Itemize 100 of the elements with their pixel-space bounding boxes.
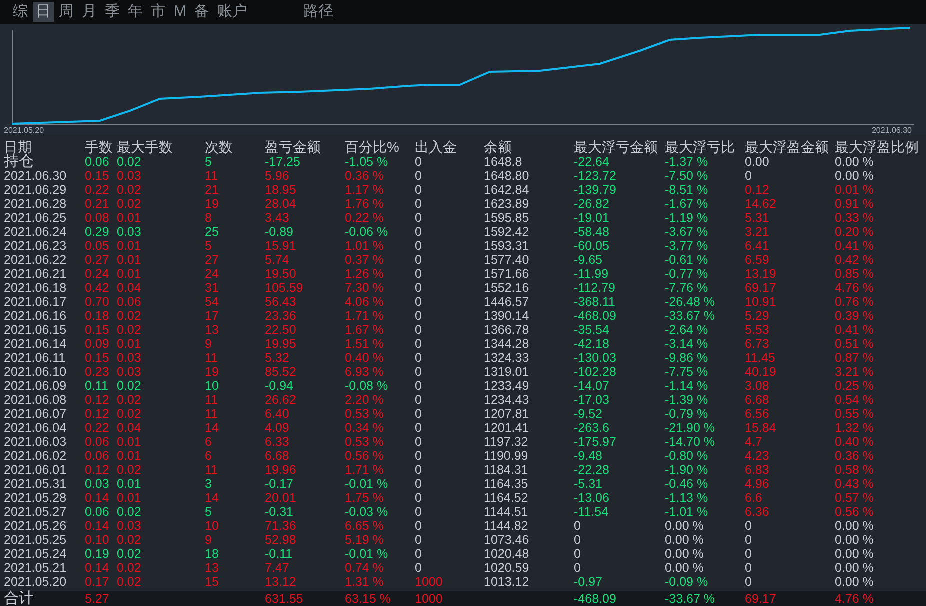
table-cell-text: 28.04 <box>265 197 298 211</box>
period-tab[interactable]: 年 <box>125 2 146 22</box>
table-cell-text: 21 <box>205 183 220 197</box>
table-cell-text: 0 <box>745 169 753 183</box>
table-cell-text: 1642.84 <box>484 183 530 197</box>
table-cell-text: 0 <box>745 561 753 575</box>
table-cell-text: 0.14 <box>85 491 110 505</box>
table-cell-text: -11.99 <box>574 267 610 281</box>
table-cell-text: 2021.05.24 <box>4 547 68 561</box>
table-cell-text: 2021.06.22 <box>4 253 68 267</box>
table-cell-text: 1020.48 <box>484 547 530 561</box>
table-cell-text: 1144.51 <box>484 505 530 519</box>
table-cell-text: 3.43 <box>265 211 290 225</box>
table-cell-text: 6.36 <box>745 505 770 519</box>
table-cell-text: 9 <box>205 337 213 351</box>
table-cell-text: -26.48 % <box>665 295 716 309</box>
table-cell-text: 1.51 % <box>345 337 385 351</box>
table-cell-text: -0.80 % <box>665 449 710 463</box>
table-cell-text: 0.39 % <box>835 309 875 323</box>
table-cell-text: 7.30 % <box>345 281 385 295</box>
period-tab[interactable]: 日 <box>33 2 54 22</box>
table-cell-text: 0 <box>415 561 423 575</box>
table-cell-text: 4.23 <box>745 449 770 463</box>
table-cell-text: 56.43 <box>265 295 298 309</box>
table-cell-text: 0.00 % <box>835 547 875 561</box>
table-cell-text: 0 <box>574 533 582 547</box>
period-tab[interactable]: 季 <box>102 2 123 22</box>
table-cell-text: 0.42 % <box>835 253 875 267</box>
table-cell-text: 2021.06.30 <box>4 169 68 183</box>
table-cell-text: 0.02 <box>117 547 142 561</box>
table-cell-text: 0 <box>415 351 423 365</box>
table-cell-text: 2021.06.21 <box>4 267 68 281</box>
table-cell-text: -3.14 % <box>665 337 710 351</box>
table-cell-text: 0 <box>745 575 753 589</box>
column-header: 日期 <box>4 139 32 155</box>
table-cell-text: 1446.57 <box>484 295 530 309</box>
table-cell-text: 6.83 <box>745 463 770 477</box>
table-cell-text: 2021.06.29 <box>4 183 68 197</box>
table-cell-text: 0.01 <box>117 435 142 449</box>
table-cell-text: 1.31 % <box>345 575 385 589</box>
table-cell-text: -1.90 % <box>665 463 710 477</box>
table-cell-text: 2021.05.28 <box>4 491 68 505</box>
table-cell-text: 69.17 <box>745 281 778 295</box>
table-cell-text: -0.94 <box>265 379 294 393</box>
table-cell-text: 0.02 <box>117 561 142 575</box>
table-cell-text: 0.41 % <box>835 239 875 253</box>
period-tab[interactable]: 市 <box>148 2 169 22</box>
column-header: 最大浮盈金额 <box>745 139 830 155</box>
period-tab[interactable]: 备 <box>192 2 212 22</box>
table-cell-text: 1.75 % <box>345 491 385 505</box>
table-cell-text: 6.93 % <box>345 365 385 379</box>
table-cell-text: 0.02 <box>117 575 142 589</box>
table-cell-text: 0.40 % <box>345 351 385 365</box>
period-tab[interactable]: 周 <box>56 2 77 22</box>
period-tab[interactable]: 综 <box>10 2 31 22</box>
table-cell-text: 0 <box>415 155 423 169</box>
table-cell-text: 0.03 <box>117 351 142 365</box>
table-cell-text: 71.36 <box>265 519 298 533</box>
table-cell-text: 1.01 % <box>345 239 385 253</box>
table-cell-text: 54 <box>205 295 220 309</box>
table-cell-text: -35.54 <box>574 323 610 337</box>
table-cell-text: 0.36 % <box>345 169 385 183</box>
table-cell-text: -1.19 % <box>665 211 710 225</box>
table-cell-text: 105.59 <box>265 281 304 295</box>
table-cell-text: 1000 <box>415 575 444 589</box>
table-cell-text: 0.02 <box>117 309 142 323</box>
table-cell-text: -0.11 <box>265 547 294 561</box>
period-tab[interactable]: 账户 <box>214 2 250 22</box>
table-cell-text: 0.00 % <box>665 561 705 575</box>
table-cell-text: 0 <box>415 435 423 449</box>
table-cell-text: 6.56 <box>745 407 770 421</box>
table-cell-text: -5.31 <box>574 477 604 491</box>
table-cell-text: 1595.85 <box>484 211 530 225</box>
table-cell-text: 19.95 <box>265 337 298 351</box>
table-cell-text: 0.74 % <box>345 561 385 575</box>
table-cell-text: -1.05 % <box>345 155 390 169</box>
table-cell-text: 1571.66 <box>484 267 530 281</box>
table-cell-text: 27 <box>205 253 220 267</box>
table-cell-text: -112.79 <box>574 281 616 295</box>
table-cell-text: -0.77 % <box>665 267 710 281</box>
period-tab[interactable]: 月 <box>79 2 100 22</box>
table-cell-text: 19 <box>205 197 220 211</box>
period-tab[interactable]: M <box>171 2 190 22</box>
table-cell-text: 1197.32 <box>484 435 530 449</box>
table-cell-text: -9.86 % <box>665 351 710 365</box>
table-cell-text: 0 <box>415 281 423 295</box>
table-cell-text: 6 <box>205 449 213 463</box>
table-cell-text: 1073.46 <box>484 533 530 547</box>
table-cell-text: 0.02 <box>117 197 142 211</box>
table-cell-text: 0.08 <box>85 211 110 225</box>
table-cell-text: 0.56 % <box>835 505 875 519</box>
table-cell-text: 0 <box>415 267 423 281</box>
period-tab[interactable]: 路径 <box>300 2 336 22</box>
table-cell-text: 0.01 % <box>835 183 875 197</box>
table-cell-text: 19 <box>205 365 220 379</box>
table-cell-text: -42.18 <box>574 337 610 351</box>
table-cell-text: 1390.14 <box>484 309 530 323</box>
table-cell-text: 0.00 % <box>835 533 875 547</box>
table-cell-text: -0.08 % <box>345 379 390 393</box>
table-cell-text: 3.21 % <box>835 365 875 379</box>
